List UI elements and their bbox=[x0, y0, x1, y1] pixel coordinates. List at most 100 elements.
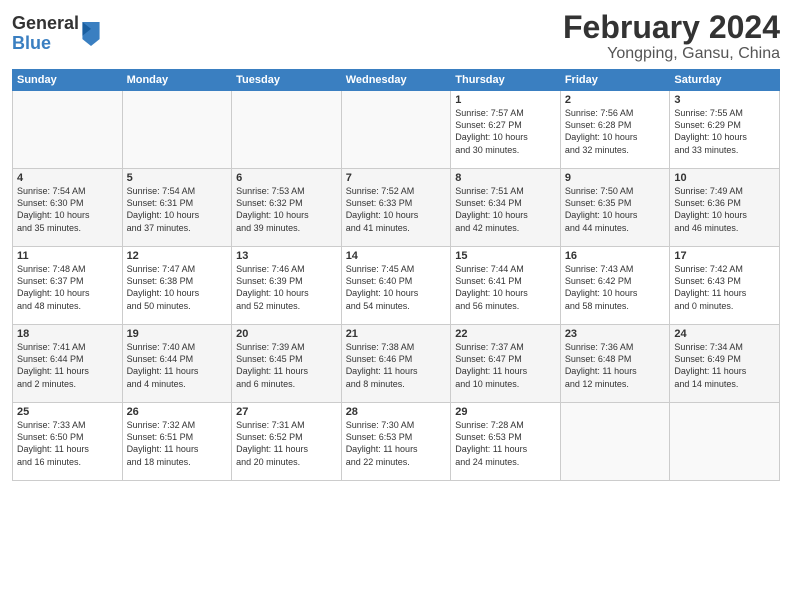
calendar-cell: 19Sunrise: 7:40 AM Sunset: 6:44 PM Dayli… bbox=[122, 325, 232, 403]
calendar-table: SundayMondayTuesdayWednesdayThursdayFrid… bbox=[12, 69, 780, 481]
day-number: 13 bbox=[236, 250, 337, 262]
weekday-header: Saturday bbox=[670, 70, 780, 91]
day-number: 4 bbox=[17, 172, 118, 184]
weekday-header: Thursday bbox=[451, 70, 561, 91]
day-number: 5 bbox=[127, 172, 228, 184]
calendar-cell: 1Sunrise: 7:57 AM Sunset: 6:27 PM Daylig… bbox=[451, 91, 561, 169]
day-number: 24 bbox=[674, 328, 775, 340]
calendar-cell: 18Sunrise: 7:41 AM Sunset: 6:44 PM Dayli… bbox=[13, 325, 123, 403]
day-number: 16 bbox=[565, 250, 666, 262]
cell-info: Sunrise: 7:53 AM Sunset: 6:32 PM Dayligh… bbox=[236, 185, 337, 234]
calendar-cell: 14Sunrise: 7:45 AM Sunset: 6:40 PM Dayli… bbox=[341, 247, 451, 325]
cell-info: Sunrise: 7:34 AM Sunset: 6:49 PM Dayligh… bbox=[674, 341, 775, 390]
day-number: 22 bbox=[455, 328, 556, 340]
cell-info: Sunrise: 7:36 AM Sunset: 6:48 PM Dayligh… bbox=[565, 341, 666, 390]
logo-blue: Blue bbox=[12, 33, 51, 53]
calendar-cell: 15Sunrise: 7:44 AM Sunset: 6:41 PM Dayli… bbox=[451, 247, 561, 325]
cell-info: Sunrise: 7:54 AM Sunset: 6:30 PM Dayligh… bbox=[17, 185, 118, 234]
cell-info: Sunrise: 7:51 AM Sunset: 6:34 PM Dayligh… bbox=[455, 185, 556, 234]
cell-info: Sunrise: 7:44 AM Sunset: 6:41 PM Dayligh… bbox=[455, 263, 556, 312]
day-number: 6 bbox=[236, 172, 337, 184]
cell-info: Sunrise: 7:39 AM Sunset: 6:45 PM Dayligh… bbox=[236, 341, 337, 390]
day-number: 28 bbox=[346, 406, 447, 418]
calendar-cell: 2Sunrise: 7:56 AM Sunset: 6:28 PM Daylig… bbox=[560, 91, 670, 169]
calendar-cell: 26Sunrise: 7:32 AM Sunset: 6:51 PM Dayli… bbox=[122, 403, 232, 481]
calendar-cell: 9Sunrise: 7:50 AM Sunset: 6:35 PM Daylig… bbox=[560, 169, 670, 247]
day-number: 25 bbox=[17, 406, 118, 418]
calendar-week-row: 11Sunrise: 7:48 AM Sunset: 6:37 PM Dayli… bbox=[13, 247, 780, 325]
calendar-header: SundayMondayTuesdayWednesdayThursdayFrid… bbox=[13, 70, 780, 91]
day-number: 29 bbox=[455, 406, 556, 418]
cell-info: Sunrise: 7:31 AM Sunset: 6:52 PM Dayligh… bbox=[236, 419, 337, 468]
location-title: Yongping, Gansu, China bbox=[563, 45, 780, 63]
calendar-cell bbox=[670, 403, 780, 481]
day-number: 14 bbox=[346, 250, 447, 262]
calendar-cell: 17Sunrise: 7:42 AM Sunset: 6:43 PM Dayli… bbox=[670, 247, 780, 325]
calendar-cell: 12Sunrise: 7:47 AM Sunset: 6:38 PM Dayli… bbox=[122, 247, 232, 325]
weekday-header: Wednesday bbox=[341, 70, 451, 91]
calendar-cell: 21Sunrise: 7:38 AM Sunset: 6:46 PM Dayli… bbox=[341, 325, 451, 403]
cell-info: Sunrise: 7:45 AM Sunset: 6:40 PM Dayligh… bbox=[346, 263, 447, 312]
calendar-container: General Blue February 2024 Yongping, Gan… bbox=[0, 0, 792, 612]
day-number: 23 bbox=[565, 328, 666, 340]
day-number: 11 bbox=[17, 250, 118, 262]
calendar-week-row: 18Sunrise: 7:41 AM Sunset: 6:44 PM Dayli… bbox=[13, 325, 780, 403]
weekday-header: Tuesday bbox=[232, 70, 342, 91]
day-number: 9 bbox=[565, 172, 666, 184]
calendar-cell: 13Sunrise: 7:46 AM Sunset: 6:39 PM Dayli… bbox=[232, 247, 342, 325]
calendar-week-row: 25Sunrise: 7:33 AM Sunset: 6:50 PM Dayli… bbox=[13, 403, 780, 481]
day-number: 7 bbox=[346, 172, 447, 184]
month-title: February 2024 bbox=[563, 10, 780, 45]
cell-info: Sunrise: 7:37 AM Sunset: 6:47 PM Dayligh… bbox=[455, 341, 556, 390]
calendar-cell: 28Sunrise: 7:30 AM Sunset: 6:53 PM Dayli… bbox=[341, 403, 451, 481]
cell-info: Sunrise: 7:48 AM Sunset: 6:37 PM Dayligh… bbox=[17, 263, 118, 312]
calendar-cell: 10Sunrise: 7:49 AM Sunset: 6:36 PM Dayli… bbox=[670, 169, 780, 247]
day-number: 10 bbox=[674, 172, 775, 184]
calendar-body: 1Sunrise: 7:57 AM Sunset: 6:27 PM Daylig… bbox=[13, 91, 780, 481]
day-number: 17 bbox=[674, 250, 775, 262]
cell-info: Sunrise: 7:47 AM Sunset: 6:38 PM Dayligh… bbox=[127, 263, 228, 312]
calendar-cell: 4Sunrise: 7:54 AM Sunset: 6:30 PM Daylig… bbox=[13, 169, 123, 247]
cell-info: Sunrise: 7:28 AM Sunset: 6:53 PM Dayligh… bbox=[455, 419, 556, 468]
cell-info: Sunrise: 7:52 AM Sunset: 6:33 PM Dayligh… bbox=[346, 185, 447, 234]
day-number: 2 bbox=[565, 94, 666, 106]
cell-info: Sunrise: 7:55 AM Sunset: 6:29 PM Dayligh… bbox=[674, 107, 775, 156]
calendar-cell bbox=[341, 91, 451, 169]
cell-info: Sunrise: 7:42 AM Sunset: 6:43 PM Dayligh… bbox=[674, 263, 775, 312]
day-number: 27 bbox=[236, 406, 337, 418]
cell-info: Sunrise: 7:40 AM Sunset: 6:44 PM Dayligh… bbox=[127, 341, 228, 390]
calendar-week-row: 4Sunrise: 7:54 AM Sunset: 6:30 PM Daylig… bbox=[13, 169, 780, 247]
weekday-header: Monday bbox=[122, 70, 232, 91]
calendar-cell bbox=[122, 91, 232, 169]
title-block: February 2024 Yongping, Gansu, China bbox=[563, 10, 780, 63]
calendar-cell: 3Sunrise: 7:55 AM Sunset: 6:29 PM Daylig… bbox=[670, 91, 780, 169]
logo-icon bbox=[81, 22, 101, 46]
cell-info: Sunrise: 7:46 AM Sunset: 6:39 PM Dayligh… bbox=[236, 263, 337, 312]
logo: General Blue bbox=[12, 14, 101, 54]
day-number: 26 bbox=[127, 406, 228, 418]
day-number: 21 bbox=[346, 328, 447, 340]
calendar-cell: 7Sunrise: 7:52 AM Sunset: 6:33 PM Daylig… bbox=[341, 169, 451, 247]
calendar-cell: 27Sunrise: 7:31 AM Sunset: 6:52 PM Dayli… bbox=[232, 403, 342, 481]
cell-info: Sunrise: 7:32 AM Sunset: 6:51 PM Dayligh… bbox=[127, 419, 228, 468]
cell-info: Sunrise: 7:49 AM Sunset: 6:36 PM Dayligh… bbox=[674, 185, 775, 234]
cell-info: Sunrise: 7:50 AM Sunset: 6:35 PM Dayligh… bbox=[565, 185, 666, 234]
calendar-cell: 25Sunrise: 7:33 AM Sunset: 6:50 PM Dayli… bbox=[13, 403, 123, 481]
cell-info: Sunrise: 7:33 AM Sunset: 6:50 PM Dayligh… bbox=[17, 419, 118, 468]
day-number: 20 bbox=[236, 328, 337, 340]
calendar-cell: 8Sunrise: 7:51 AM Sunset: 6:34 PM Daylig… bbox=[451, 169, 561, 247]
cell-info: Sunrise: 7:38 AM Sunset: 6:46 PM Dayligh… bbox=[346, 341, 447, 390]
day-number: 15 bbox=[455, 250, 556, 262]
calendar-cell: 23Sunrise: 7:36 AM Sunset: 6:48 PM Dayli… bbox=[560, 325, 670, 403]
calendar-week-row: 1Sunrise: 7:57 AM Sunset: 6:27 PM Daylig… bbox=[13, 91, 780, 169]
cell-info: Sunrise: 7:56 AM Sunset: 6:28 PM Dayligh… bbox=[565, 107, 666, 156]
cell-info: Sunrise: 7:43 AM Sunset: 6:42 PM Dayligh… bbox=[565, 263, 666, 312]
weekday-header: Sunday bbox=[13, 70, 123, 91]
calendar-cell: 22Sunrise: 7:37 AM Sunset: 6:47 PM Dayli… bbox=[451, 325, 561, 403]
cell-info: Sunrise: 7:57 AM Sunset: 6:27 PM Dayligh… bbox=[455, 107, 556, 156]
calendar-cell: 24Sunrise: 7:34 AM Sunset: 6:49 PM Dayli… bbox=[670, 325, 780, 403]
header: General Blue February 2024 Yongping, Gan… bbox=[12, 10, 780, 63]
day-number: 1 bbox=[455, 94, 556, 106]
logo-general: General bbox=[12, 13, 79, 33]
calendar-cell bbox=[13, 91, 123, 169]
